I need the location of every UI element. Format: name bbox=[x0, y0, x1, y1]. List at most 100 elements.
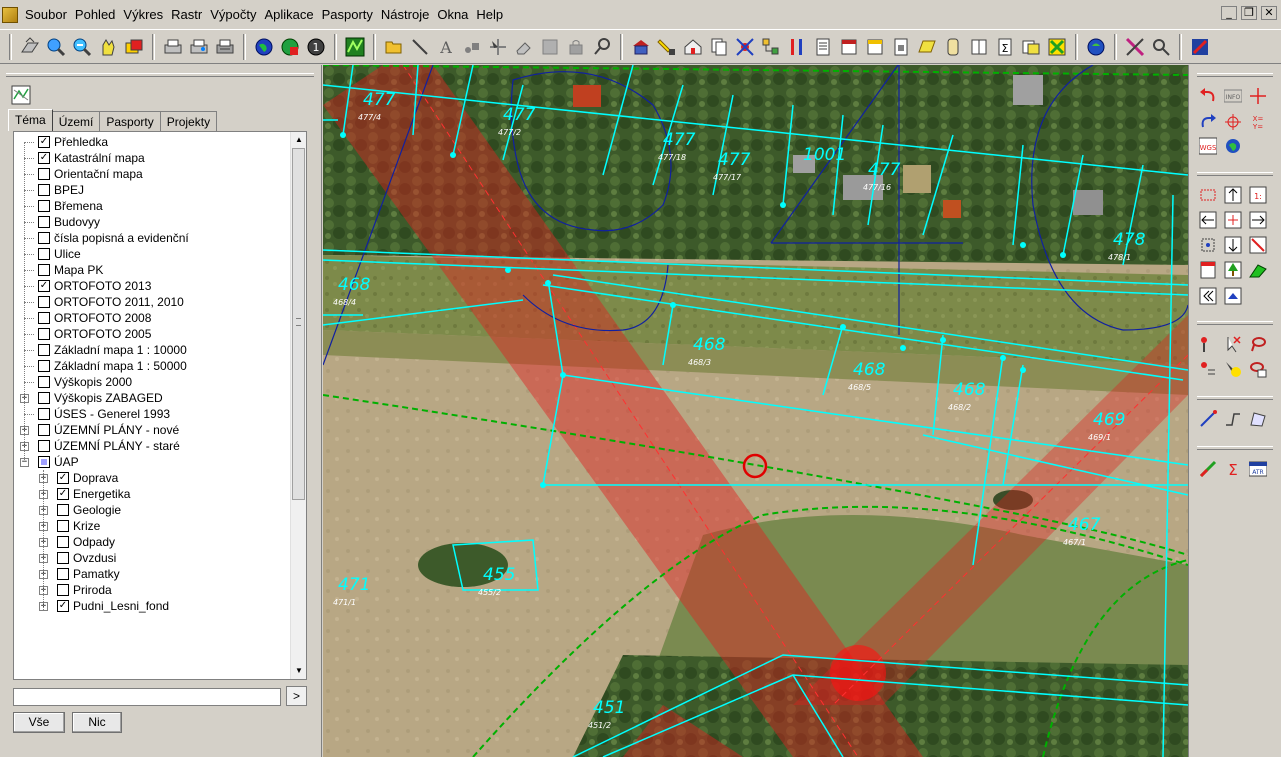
map-view-icon[interactable] bbox=[343, 35, 367, 59]
satellite-icon[interactable] bbox=[733, 35, 757, 59]
tree-item[interactable]: + ✓ Doprava bbox=[14, 470, 292, 486]
tree-item[interactable]: Základní mapa 1 : 10000 bbox=[14, 342, 292, 358]
wgs-button[interactable]: WGS bbox=[1197, 135, 1219, 157]
copy-doc-icon[interactable] bbox=[1019, 35, 1043, 59]
layer-checkbox[interactable] bbox=[38, 376, 50, 388]
zoom-window-icon[interactable] bbox=[1197, 184, 1219, 206]
layer-checkbox[interactable] bbox=[57, 552, 69, 564]
tree-scrollbar[interactable]: ▲ ▼ bbox=[290, 132, 306, 679]
zoom-extents-icon[interactable] bbox=[1197, 234, 1219, 256]
symbol-tool-icon[interactable] bbox=[460, 35, 484, 59]
tree-item[interactable]: ORTOFOTO 2011, 2010 bbox=[14, 294, 292, 310]
layer-checkbox[interactable]: ✓ bbox=[57, 488, 69, 500]
menu-item-0[interactable]: Soubor bbox=[21, 0, 71, 30]
layer-checkbox[interactable] bbox=[57, 568, 69, 580]
scroll-up-icon[interactable]: ▲ bbox=[291, 132, 306, 148]
menu-item-9[interactable]: Help bbox=[472, 0, 507, 30]
layer-checkbox[interactable] bbox=[38, 424, 50, 436]
open-folder-icon[interactable] bbox=[382, 35, 406, 59]
tree-item[interactable]: + Geologie bbox=[14, 502, 292, 518]
pan-icon[interactable] bbox=[96, 35, 120, 59]
tree-item[interactable]: Orientační mapa bbox=[14, 166, 292, 182]
tree-item[interactable]: Mapa PK bbox=[14, 262, 292, 278]
globe-person-icon[interactable] bbox=[1084, 35, 1108, 59]
tab-0[interactable]: Téma bbox=[8, 109, 53, 131]
calendar-red-icon[interactable] bbox=[837, 35, 861, 59]
text-tool-icon[interactable]: A bbox=[434, 35, 458, 59]
panel-grip[interactable] bbox=[6, 73, 314, 77]
layer-checkbox[interactable] bbox=[38, 216, 50, 228]
menu-item-7[interactable]: Nástroje bbox=[377, 0, 433, 30]
layer-checkbox[interactable] bbox=[38, 392, 50, 404]
search-go-button[interactable]: > bbox=[286, 686, 307, 706]
layer-checkbox[interactable]: ✓ bbox=[57, 472, 69, 484]
first-page-icon[interactable] bbox=[1197, 285, 1219, 307]
measure-icon[interactable] bbox=[1123, 35, 1147, 59]
zoom-in-icon[interactable] bbox=[44, 35, 68, 59]
report-icon[interactable] bbox=[889, 35, 913, 59]
layer-checkbox[interactable] bbox=[38, 184, 50, 196]
tree-item[interactable]: BPEJ bbox=[14, 182, 292, 198]
attributes-button[interactable]: ATR bbox=[1247, 458, 1269, 480]
tree-item[interactable]: + ✓ Pudni_Lesni_fond bbox=[14, 598, 292, 614]
point-list-icon[interactable] bbox=[1197, 358, 1219, 380]
tree-structure-icon[interactable] bbox=[759, 35, 783, 59]
tree-item[interactable]: − ÚAP bbox=[14, 454, 292, 470]
menu-item-2[interactable]: Výkres bbox=[119, 0, 167, 30]
tree-item[interactable]: ÚSES - Generel 1993 bbox=[14, 406, 292, 422]
open-map-icon[interactable] bbox=[18, 35, 42, 59]
layer-checkbox[interactable]: ✓ bbox=[38, 136, 50, 148]
draw-polygon-icon[interactable] bbox=[1247, 408, 1269, 430]
map-canvas[interactable]: 477 477/4 477 477/2 477 477/18 477 477/17 1001 47… bbox=[323, 65, 1188, 757]
tree-item[interactable]: čísla popisná a evidenční bbox=[14, 230, 292, 246]
eraser-icon[interactable] bbox=[512, 35, 536, 59]
menu-item-4[interactable]: Výpočty bbox=[206, 0, 260, 30]
folder-stack-icon[interactable] bbox=[915, 35, 939, 59]
app-icon[interactable] bbox=[2, 6, 18, 23]
redo-icon[interactable] bbox=[1197, 111, 1219, 133]
select-all-button[interactable]: Vše bbox=[13, 712, 65, 733]
tools-icon[interactable] bbox=[785, 35, 809, 59]
tree-item[interactable]: ORTOFOTO 2008 bbox=[14, 310, 292, 326]
tree-item[interactable]: Břemena bbox=[14, 198, 292, 214]
center-icon[interactable] bbox=[1222, 209, 1244, 231]
select-none-button[interactable]: Nic bbox=[72, 712, 122, 733]
tree-item[interactable]: ✓ Přehledka bbox=[14, 134, 292, 150]
pointer-cancel-icon[interactable] bbox=[1222, 333, 1244, 355]
layer-checkbox[interactable] bbox=[38, 408, 50, 420]
no-layer-icon[interactable] bbox=[1247, 234, 1269, 256]
green-layer-icon[interactable] bbox=[1247, 259, 1269, 281]
tree-item[interactable]: Ulice bbox=[14, 246, 292, 262]
print-setup-icon[interactable] bbox=[213, 35, 237, 59]
layer-checkbox[interactable] bbox=[57, 584, 69, 596]
map-layers-icon[interactable] bbox=[11, 85, 31, 105]
layer-checkbox[interactable] bbox=[38, 328, 50, 340]
toolbar-grip[interactable] bbox=[1197, 396, 1273, 400]
layer-checkbox[interactable] bbox=[38, 296, 50, 308]
minimize-button[interactable]: _ bbox=[1221, 6, 1237, 20]
pan-up-icon[interactable] bbox=[1222, 184, 1244, 206]
crosshair-icon[interactable] bbox=[1247, 85, 1269, 107]
line-tool-icon[interactable] bbox=[408, 35, 432, 59]
key-search-icon[interactable] bbox=[590, 35, 614, 59]
move-tool-icon[interactable] bbox=[486, 35, 510, 59]
tree-item[interactable]: Výškopis 2000 bbox=[14, 374, 292, 390]
scale-1-1-icon[interactable]: 1: bbox=[1247, 184, 1269, 206]
save-disabled-icon[interactable] bbox=[538, 35, 562, 59]
layer-checkbox[interactable] bbox=[38, 456, 50, 468]
zoom-out-icon[interactable] bbox=[70, 35, 94, 59]
menu-item-1[interactable]: Pohled bbox=[71, 0, 119, 30]
tree-icon[interactable] bbox=[1222, 259, 1244, 281]
layer-checkbox[interactable]: ✓ bbox=[38, 152, 50, 164]
tree-item[interactable]: + Priroda bbox=[14, 582, 292, 598]
exit-icon[interactable] bbox=[1188, 35, 1212, 59]
menu-item-3[interactable]: Rastr bbox=[167, 0, 206, 30]
layer-checkbox[interactable] bbox=[57, 536, 69, 548]
tab-2[interactable]: Pasporty bbox=[99, 111, 161, 133]
layer-checkbox[interactable] bbox=[38, 312, 50, 324]
calendar-yellow-icon[interactable] bbox=[863, 35, 887, 59]
menu-item-5[interactable]: Aplikace bbox=[260, 0, 317, 30]
globe-icon[interactable] bbox=[252, 35, 276, 59]
close-button[interactable]: ✕ bbox=[1261, 6, 1277, 20]
book-icon[interactable] bbox=[967, 35, 991, 59]
